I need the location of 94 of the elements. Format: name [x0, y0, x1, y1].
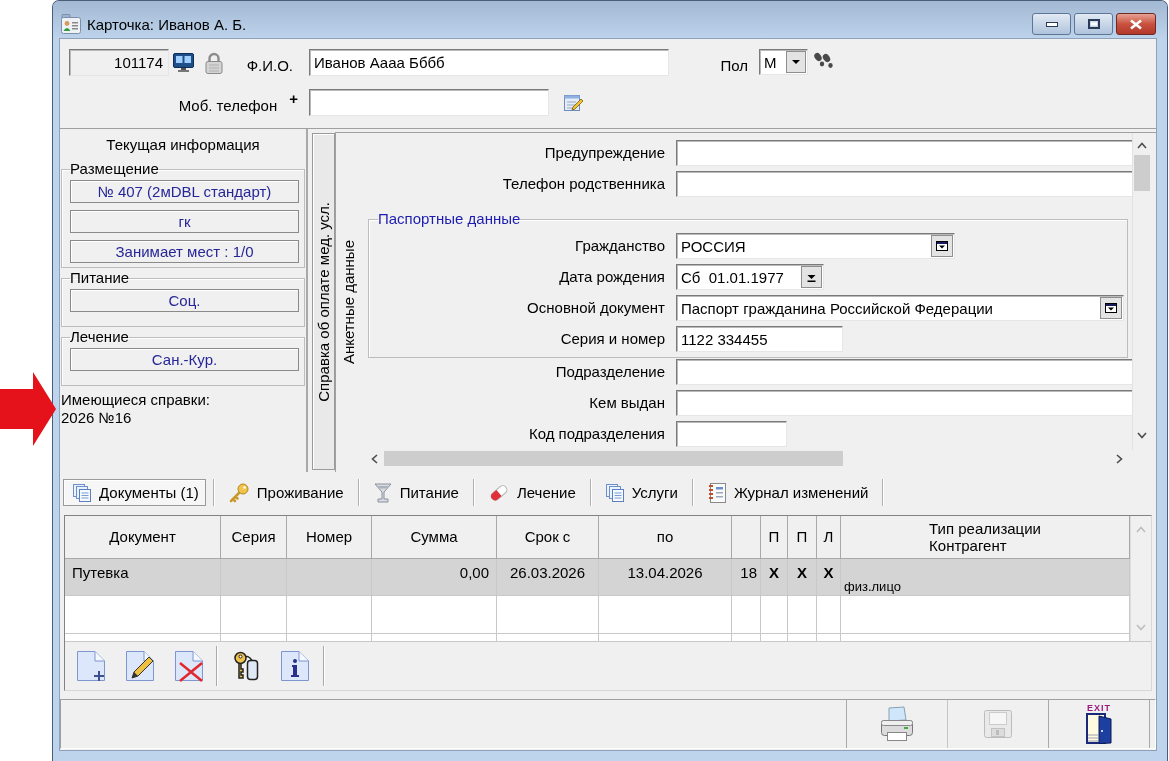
goblet-icon	[373, 482, 392, 503]
dropdown-list-icon	[1100, 297, 1122, 319]
group-legend: Лечение	[70, 329, 129, 345]
column-header: Номер	[287, 516, 372, 559]
padlock-icon	[205, 51, 223, 74]
contact-card-icon	[61, 14, 81, 34]
keys-icon	[232, 651, 259, 681]
lookup-field[interactable]: Паспорт гражданина Российской Федерации	[676, 295, 1124, 321]
text-field[interactable]	[676, 140, 1132, 166]
vertical-tab[interactable]: Справка об оплате мед. усл.	[312, 133, 335, 470]
tab[interactable]: Услуги	[591, 479, 692, 506]
full-name-field[interactable]: Иванов Аааа Бббб	[309, 49, 669, 76]
date-field[interactable]: Сб 01.01.1977	[676, 264, 824, 290]
field-label: Предупреждение	[544, 144, 665, 162]
chevron-down-icon	[1136, 432, 1147, 439]
close-icon	[1129, 18, 1143, 30]
sex-select[interactable]: М	[759, 49, 808, 75]
column-header: Серия	[221, 516, 287, 559]
text-field[interactable]: 1122 334455	[676, 326, 843, 352]
group-legend: Размещение	[70, 161, 159, 177]
phone-prefix: +	[289, 90, 298, 108]
tab[interactable]: Питание	[359, 479, 473, 506]
exit-button[interactable]: EXIT	[1048, 700, 1149, 748]
text-field[interactable]	[676, 421, 787, 447]
tab[interactable]: Проживание	[214, 479, 358, 506]
document-cross-icon	[173, 650, 204, 682]
panel-title: Текущая информация	[106, 136, 260, 154]
field-label: Серия и номер	[560, 330, 665, 348]
column-title: Контрагент	[929, 537, 1007, 554]
chevron-up-icon	[1136, 142, 1147, 149]
column-header: Документ	[65, 516, 221, 559]
info-value: Занимает мест : 1/0	[70, 240, 299, 263]
field-label: Телефон родственника	[502, 175, 665, 193]
door-icon	[1086, 713, 1112, 744]
text-field[interactable]	[676, 390, 1132, 416]
field-label: Основной документ	[527, 299, 665, 317]
chevron-right-icon	[1116, 453, 1123, 464]
document-pencil-icon	[124, 650, 155, 682]
minimize-icon	[1045, 21, 1058, 27]
tab[interactable]: Журнал изменений	[693, 479, 883, 506]
arrow-icon	[0, 372, 56, 446]
field-label: Код подразделения	[528, 425, 665, 443]
maximize-icon	[1087, 19, 1100, 29]
printer-icon	[880, 706, 914, 742]
notebook-icon	[707, 482, 726, 503]
column-header: Срок с	[497, 516, 599, 559]
key-icon	[228, 482, 249, 503]
info-value: Сан.-Кур.	[70, 348, 299, 371]
record-number-field: 101174	[69, 49, 169, 76]
column-header: Л	[817, 516, 841, 559]
notepad-pencil-icon	[564, 93, 584, 112]
footprints-icon	[813, 52, 835, 70]
info-value: Соц.	[70, 289, 299, 312]
table-row[interactable]: Путевка 0,00 26.03.2026 13.04.2026 18 X X X физ.лицо	[65, 559, 1130, 596]
text-field[interactable]	[676, 171, 1132, 197]
column-header	[732, 516, 761, 559]
column-header: П	[761, 516, 788, 559]
dropdown-list-icon	[931, 235, 953, 257]
minimize-button[interactable]	[1032, 13, 1071, 35]
text-field[interactable]	[676, 359, 1132, 385]
field-label: Гражданство	[575, 237, 665, 255]
column-header: по	[599, 516, 732, 559]
document-info-icon	[279, 650, 310, 682]
scrollbar-thumb[interactable]	[384, 451, 843, 466]
mobile-phone-field[interactable]	[309, 89, 549, 116]
tab[interactable]: Лечение	[474, 479, 590, 506]
tab[interactable]: Документы (1)	[63, 479, 206, 506]
monitor-icon	[173, 53, 194, 72]
info-value: № 407 (2мDBL стандарт)	[70, 180, 299, 203]
column-title: Тип реализации	[929, 520, 1041, 537]
field-label: Кем выдан	[589, 394, 665, 412]
documents-icon	[73, 483, 91, 502]
chevron-down-icon	[1136, 624, 1146, 631]
document-plus-icon	[75, 650, 106, 682]
info-value: гк	[70, 210, 299, 233]
documents-icon	[605, 483, 624, 502]
chevron-left-icon	[371, 453, 378, 464]
field-label: Ф.И.О.	[246, 57, 293, 75]
field-label: Пол	[720, 57, 748, 75]
maximize-button[interactable]	[1074, 13, 1113, 35]
group-legend: Питание	[70, 270, 130, 286]
field-label: Подразделение	[555, 363, 665, 381]
certificates-label: Имеющиеся справки:	[61, 391, 210, 409]
scrollbar-thumb[interactable]	[1133, 155, 1150, 191]
lookup-field[interactable]: РОССИЯ	[676, 233, 955, 259]
chevron-up-icon	[1136, 526, 1146, 533]
field-label: Дата рождения	[559, 268, 665, 286]
close-button[interactable]	[1116, 13, 1156, 35]
certificate-entry: 2026 №16	[61, 409, 132, 427]
window-title: Карточка: Иванов А. Б.	[87, 16, 247, 34]
column-header: П	[788, 516, 817, 559]
group-legend: Паспортные данные	[378, 211, 521, 227]
field-label: Моб. телефон	[178, 97, 278, 116]
column-header: Сумма	[372, 516, 497, 559]
